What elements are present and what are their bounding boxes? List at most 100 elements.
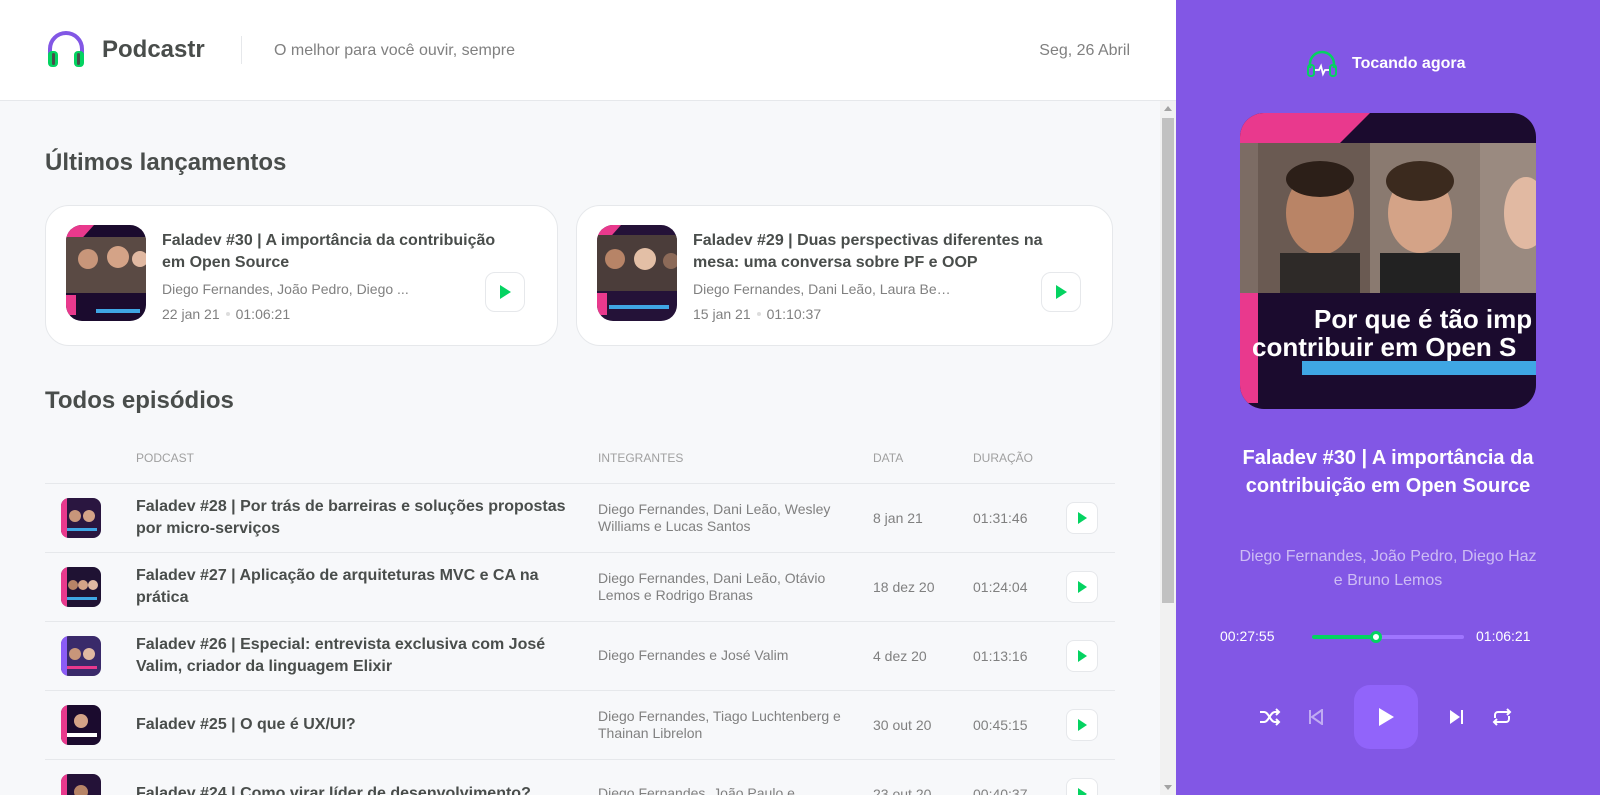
- play-icon: [1078, 511, 1087, 524]
- table-header-row: PODCAST INTEGRANTES DATA DURAÇÃO: [45, 446, 1115, 484]
- progress-bar: 00:27:55 01:06:21: [1220, 628, 1546, 646]
- play-icon: [1078, 718, 1087, 731]
- scroll-up-arrow-icon[interactable]: [1164, 106, 1172, 111]
- episode-thumbnail[interactable]: [61, 635, 101, 676]
- headphones-logo-icon: [48, 31, 84, 67]
- episode-date: 18 dez 20: [873, 552, 973, 622]
- table-row[interactable]: Faladev #26 | Especial: entrevista exclu…: [45, 621, 1115, 691]
- episode-title[interactable]: Faladev #26 | Especial: entrevista exclu…: [136, 634, 586, 678]
- episode-date: 4 dez 20: [873, 621, 973, 691]
- progress-handle[interactable]: [1369, 631, 1382, 643]
- play-episode-button[interactable]: [485, 272, 525, 312]
- total-time: 01:06:21: [1476, 628, 1531, 644]
- podcast-column-header: PODCAST: [136, 446, 598, 484]
- episode-members: Diego Fernandes e José Valim: [598, 647, 789, 663]
- episode-thumbnail[interactable]: [61, 566, 101, 607]
- brand-name: Podcastr: [102, 36, 205, 63]
- content-scroll-area[interactable]: Últimos lançamentos Faladev #30 | A impo…: [0, 101, 1160, 795]
- episode-date: 30 out 20: [873, 690, 973, 760]
- episode-duration: 01:13:16: [973, 621, 1066, 691]
- episode-duration: 00:45:15: [973, 690, 1066, 760]
- table-row[interactable]: Faladev #24 | Como virar líder de desenv…: [45, 759, 1115, 795]
- scrollbar-thumb[interactable]: [1162, 118, 1174, 603]
- play-icon: [500, 285, 511, 299]
- episode-date: 23 out 20: [873, 759, 973, 795]
- episode-duration: 01:24:04: [973, 552, 1066, 622]
- play-pause-button[interactable]: [1354, 685, 1418, 749]
- play-icon: [1056, 285, 1067, 299]
- latest-releases-title: Últimos lançamentos: [45, 149, 287, 176]
- episode-date: 22 jan 21: [162, 306, 220, 322]
- progress-slider[interactable]: [1312, 631, 1464, 643]
- current-date: Seg, 26 Abril: [1039, 42, 1130, 59]
- play-icon: [1379, 708, 1394, 726]
- date-column-header: DATA: [873, 446, 973, 484]
- episode-thumbnail[interactable]: [61, 704, 101, 745]
- play-episode-button[interactable]: [1066, 570, 1098, 603]
- next-icon: [1450, 710, 1463, 724]
- now-playing-label: Tocando agora: [1352, 55, 1466, 72]
- episode-title[interactable]: Faladev #25 | O que é UX/UI?: [136, 714, 586, 736]
- repeat-button[interactable]: [1490, 705, 1514, 729]
- episode-members: Diego Fernandes, Tiago Luchtenberg e Tha…: [598, 707, 841, 741]
- shuffle-icon: [1260, 708, 1281, 726]
- scroll-down-arrow-icon[interactable]: [1164, 785, 1172, 790]
- previous-icon: [1309, 709, 1323, 725]
- now-playing-header: Tocando agora: [1306, 50, 1466, 78]
- action-column-header: [1066, 446, 1115, 484]
- episode-duration: 01:10:37: [766, 306, 822, 322]
- play-episode-button[interactable]: [1041, 272, 1081, 312]
- episode-members: Diego Fernandes, Dani Leão, Otávio Lemos…: [598, 569, 826, 603]
- episode-title[interactable]: Faladev #24 | Como virar líder de desenv…: [136, 783, 586, 795]
- episode-members: Diego Fernandes, Dani Leão, Laura Beat..…: [693, 281, 958, 297]
- previous-button[interactable]: [1304, 705, 1328, 729]
- latest-episode-card[interactable]: Faladev #30 | A importância da contribui…: [45, 205, 558, 346]
- episode-thumbnail[interactable]: [66, 225, 146, 321]
- player-controls: [1258, 685, 1518, 749]
- episode-thumbnail[interactable]: [61, 773, 101, 795]
- episode-title[interactable]: Faladev #29 | Duas perspectivas diferent…: [693, 230, 1073, 274]
- episode-meta: 15 jan 21 01:10:37: [693, 306, 821, 322]
- table-row[interactable]: Faladev #27 | Aplicação de arquiteturas …: [45, 552, 1115, 622]
- current-time: 00:27:55: [1220, 628, 1275, 644]
- episodes-table: PODCAST INTEGRANTES DATA DURAÇÃO Faladev…: [45, 446, 1115, 795]
- episode-date: 8 jan 21: [873, 483, 973, 553]
- shuffle-button[interactable]: [1258, 705, 1282, 729]
- header-divider: [241, 36, 242, 64]
- play-episode-button[interactable]: [1066, 501, 1098, 534]
- play-icon: [1078, 649, 1087, 662]
- header: Podcastr O melhor para você ouvir, sempr…: [0, 0, 1176, 101]
- separator-dot: [225, 311, 230, 316]
- vertical-scrollbar[interactable]: [1160, 101, 1176, 795]
- episode-duration: 00:40:37: [973, 759, 1066, 795]
- progress-fill: [1312, 635, 1376, 639]
- main-area: Podcastr O melhor para você ouvir, sempr…: [0, 0, 1176, 795]
- episode-title[interactable]: Faladev #30 | A importância da contribui…: [162, 230, 522, 274]
- playing-episode-title: Faladev #30 | A importância da contribui…: [1242, 447, 1534, 497]
- table-row[interactable]: Faladev #28 | Por trás de barreiras e so…: [45, 483, 1115, 553]
- play-icon: [1078, 580, 1087, 593]
- episode-thumbnail[interactable]: [61, 497, 101, 538]
- play-episode-button[interactable]: [1066, 639, 1098, 672]
- cover-caption-line1: Por que é tão imp: [1314, 304, 1532, 334]
- latest-episode-card[interactable]: Faladev #29 | Duas perspectivas diferent…: [576, 205, 1113, 346]
- episode-meta: 22 jan 21 01:06:21: [162, 306, 290, 322]
- table-row[interactable]: Faladev #25 | O que é UX/UI? Diego Ferna…: [45, 690, 1115, 760]
- play-icon: [1078, 787, 1087, 795]
- cover-caption-line2: contribuir em Open S: [1252, 332, 1516, 362]
- episode-date: 15 jan 21: [693, 306, 751, 322]
- episode-duration: 01:06:21: [235, 306, 291, 322]
- play-episode-button[interactable]: [1066, 777, 1098, 795]
- episode-title[interactable]: Faladev #28 | Por trás de barreiras e so…: [136, 496, 586, 540]
- episode-cover: Por que é tão imp contribuir em Open S: [1240, 113, 1536, 409]
- episode-members: Diego Fernandes, João Paulo e: [598, 785, 795, 795]
- play-episode-button[interactable]: [1066, 708, 1098, 741]
- headphones-icon: [1307, 50, 1337, 77]
- episode-title[interactable]: Faladev #27 | Aplicação de arquiteturas …: [136, 565, 586, 609]
- episode-thumbnail[interactable]: [597, 225, 677, 321]
- all-episodes-title: Todos episódios: [45, 387, 234, 414]
- episode-duration: 01:31:46: [973, 483, 1066, 553]
- playing-episode-members: Diego Fernandes, João Pedro, Diego Haz e…: [1239, 548, 1537, 589]
- next-button[interactable]: [1444, 705, 1468, 729]
- player-panel: Tocando agora Por que é tão imp contribu…: [1176, 0, 1600, 795]
